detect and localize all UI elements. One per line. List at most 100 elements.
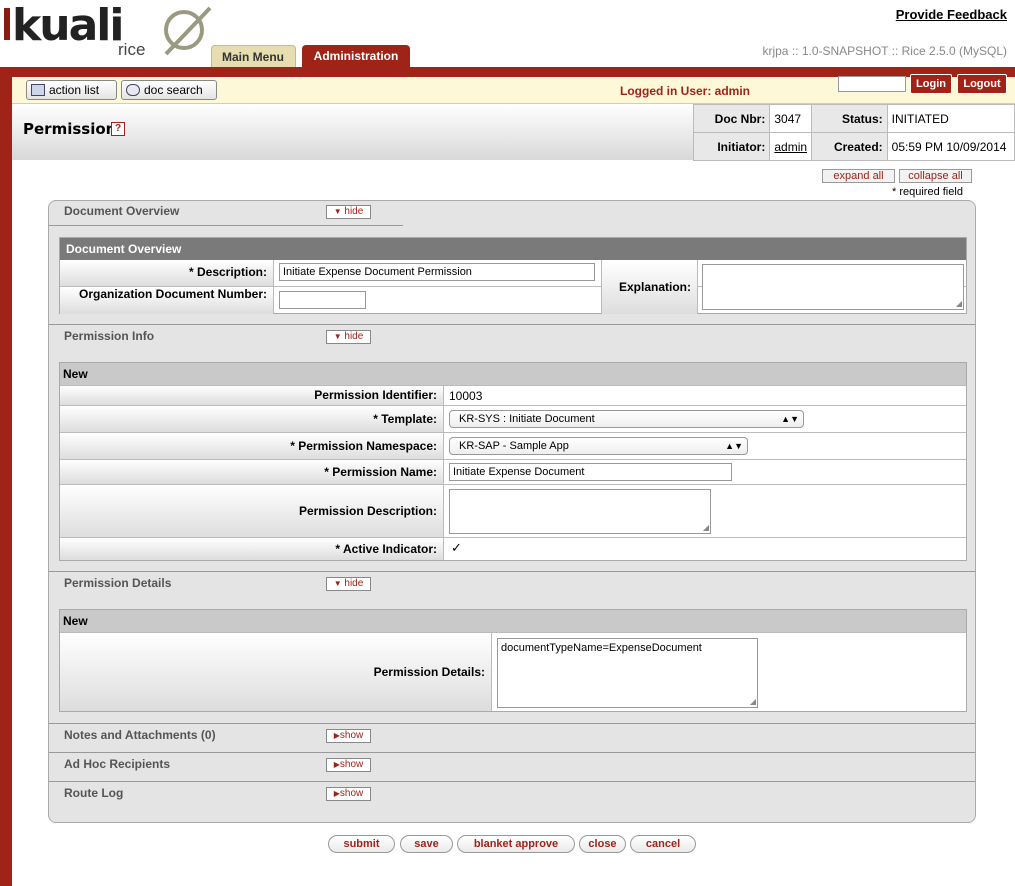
description-input[interactable] [279,263,595,281]
status-label: Status: [811,104,888,133]
identifier-row: Permission Identifier: 10003 [60,385,966,405]
description-label: * Description: [60,260,274,286]
tab-title: Permission Info [64,329,155,343]
toggle-label: hide [344,578,364,589]
toggle-label: show [339,730,364,741]
tab-permission-info: Permission Info ▼ hide [49,325,403,351]
version-info: krjpa :: 1.0-SNAPSHOT :: Rice 2.5.0 (MyS… [762,44,1007,58]
ad-hoc-show-button[interactable]: ▶show [326,758,371,772]
tab-title: Ad Hoc Recipients [64,757,171,771]
doc-nbr-label: Doc Nbr: [692,104,771,133]
toggle-label: show [339,759,364,770]
doc-search-icon [126,84,140,96]
tab-main-menu[interactable]: Main Menu [211,45,296,67]
tab-administration[interactable]: Administration [302,45,410,67]
template-select[interactable]: KR-SYS : Initiate Document ▲▼ [449,410,804,428]
active-checkbox[interactable]: ✓ [451,541,464,554]
namespace-select[interactable]: KR-SAP - Sample App ▲▼ [449,437,748,455]
created-label: Created: [811,132,888,161]
action-list-label: action list [49,83,100,97]
login-button[interactable]: Login [910,74,952,94]
toggle-label: hide [344,331,364,342]
document-overview-section: Document Overview * Description: Organiz… [59,237,967,314]
name-label: * Permission Name: [60,460,444,484]
doc-search-button[interactable]: doc search [121,80,217,100]
tab-divider [49,571,975,572]
tab-route-log: Route Log ▶show [49,782,403,808]
permission-details-hide-button[interactable]: ▼ hide [326,577,371,591]
permission-info-hide-button[interactable]: ▼ hide [326,330,371,344]
logout-button[interactable]: Logout [957,74,1007,94]
help-icon[interactable]: ? [111,122,125,136]
permission-info-section: New Permission Identifier: 10003 * Templ… [59,362,967,561]
resize-grip-icon: ◢ [749,697,756,706]
org-doc-label: Organization Document Number: [60,287,274,314]
kuali-rice-logo: kuali rice [0,0,215,66]
section-subheader: New [60,610,966,632]
active-label: * Active Indicator: [60,538,444,560]
doc-search-label: doc search [144,83,203,97]
active-row: * Active Indicator: ✓ [60,537,966,560]
doc-nbr-value: 3047 [769,104,813,133]
save-button[interactable]: save [400,835,453,853]
resize-grip-icon: ◢ [702,523,709,532]
notes-show-button[interactable]: ▶show [326,729,371,743]
permission-description-textarea[interactable]: ◢ [449,489,711,534]
collapse-all-button[interactable]: collapse all [899,169,972,183]
initiator-link[interactable]: admin [769,132,813,161]
permission-details-section: New Permission Details: documentTypeName… [59,609,967,712]
document-info-table: Doc Nbr: 3047 Status: INITIATED Initiato… [692,104,1015,161]
close-button[interactable]: close [579,835,626,853]
created-value: 05:59 PM 10/09/2014 [886,132,1015,161]
logo-subtext: rice [118,40,146,59]
tab-title: Route Log [64,786,124,800]
details-row: Permission Details: documentTypeName=Exp… [60,632,966,711]
identifier-value: 10003 [449,389,483,403]
section-header: Document Overview [60,238,966,260]
expand-all-button[interactable]: expand all [822,169,895,183]
select-arrows-icon: ▲▼ [781,414,799,424]
tab-title: Document Overview [64,204,180,218]
select-arrows-icon: ▲▼ [725,441,743,451]
namespace-value: KR-SAP - Sample App [459,440,569,452]
org-doc-number-input[interactable] [279,291,366,309]
name-row: * Permission Name: [60,459,966,484]
rice-emblem-icon [164,6,212,56]
triangle-down-icon: ▼ [333,332,342,341]
section-subheader: New [60,363,966,385]
action-list-button[interactable]: action list [26,80,117,100]
permission-details-textarea[interactable]: documentTypeName=ExpenseDocument ◢ [497,638,758,708]
tab-permission-details: Permission Details ▼ hide [49,572,403,598]
namespace-label: * Permission Namespace: [60,433,444,459]
route-log-show-button[interactable]: ▶show [326,787,371,801]
tab-notes-attachments: Notes and Attachments (0) ▶show [49,724,403,750]
namespace-row: * Permission Namespace: KR-SAP - Sample … [60,432,966,459]
details-label: Permission Details: [60,633,492,711]
explanation-textarea[interactable]: ◢ [702,264,964,310]
toggle-label: hide [344,206,364,217]
blanket-approve-button[interactable]: blanket approve [457,835,575,853]
details-value: documentTypeName=ExpenseDocument [501,642,702,654]
logo-text: kuali [12,0,124,51]
status-value: INITIATED [886,104,1015,133]
cancel-button[interactable]: cancel [630,835,696,853]
triangle-down-icon: ▼ [333,207,342,216]
template-label: * Template: [60,406,444,432]
provide-feedback-link[interactable]: Provide Feedback [896,7,1007,22]
login-input[interactable] [838,76,906,92]
perm-description-row: Permission Description: ◢ [60,484,966,537]
action-list-icon [31,84,45,96]
initiator-label: Initiator: [692,132,771,161]
logged-in-user: Logged in User: admin [620,84,751,98]
submit-button[interactable]: submit [328,835,395,853]
tab-ad-hoc-recipients: Ad Hoc Recipients ▶show [49,753,403,779]
identifier-label: Permission Identifier: [60,386,444,405]
triangle-down-icon: ▼ [333,579,342,588]
explanation-label: Explanation: [601,260,698,314]
tab-document-overview: Document Overview ▼ hide [49,200,403,226]
toggle-label: show [339,788,364,799]
permission-name-input[interactable] [449,463,732,481]
page-title: Permission [23,120,117,138]
tab-title: Permission Details [64,576,172,590]
document-overview-hide-button[interactable]: ▼ hide [326,205,371,219]
